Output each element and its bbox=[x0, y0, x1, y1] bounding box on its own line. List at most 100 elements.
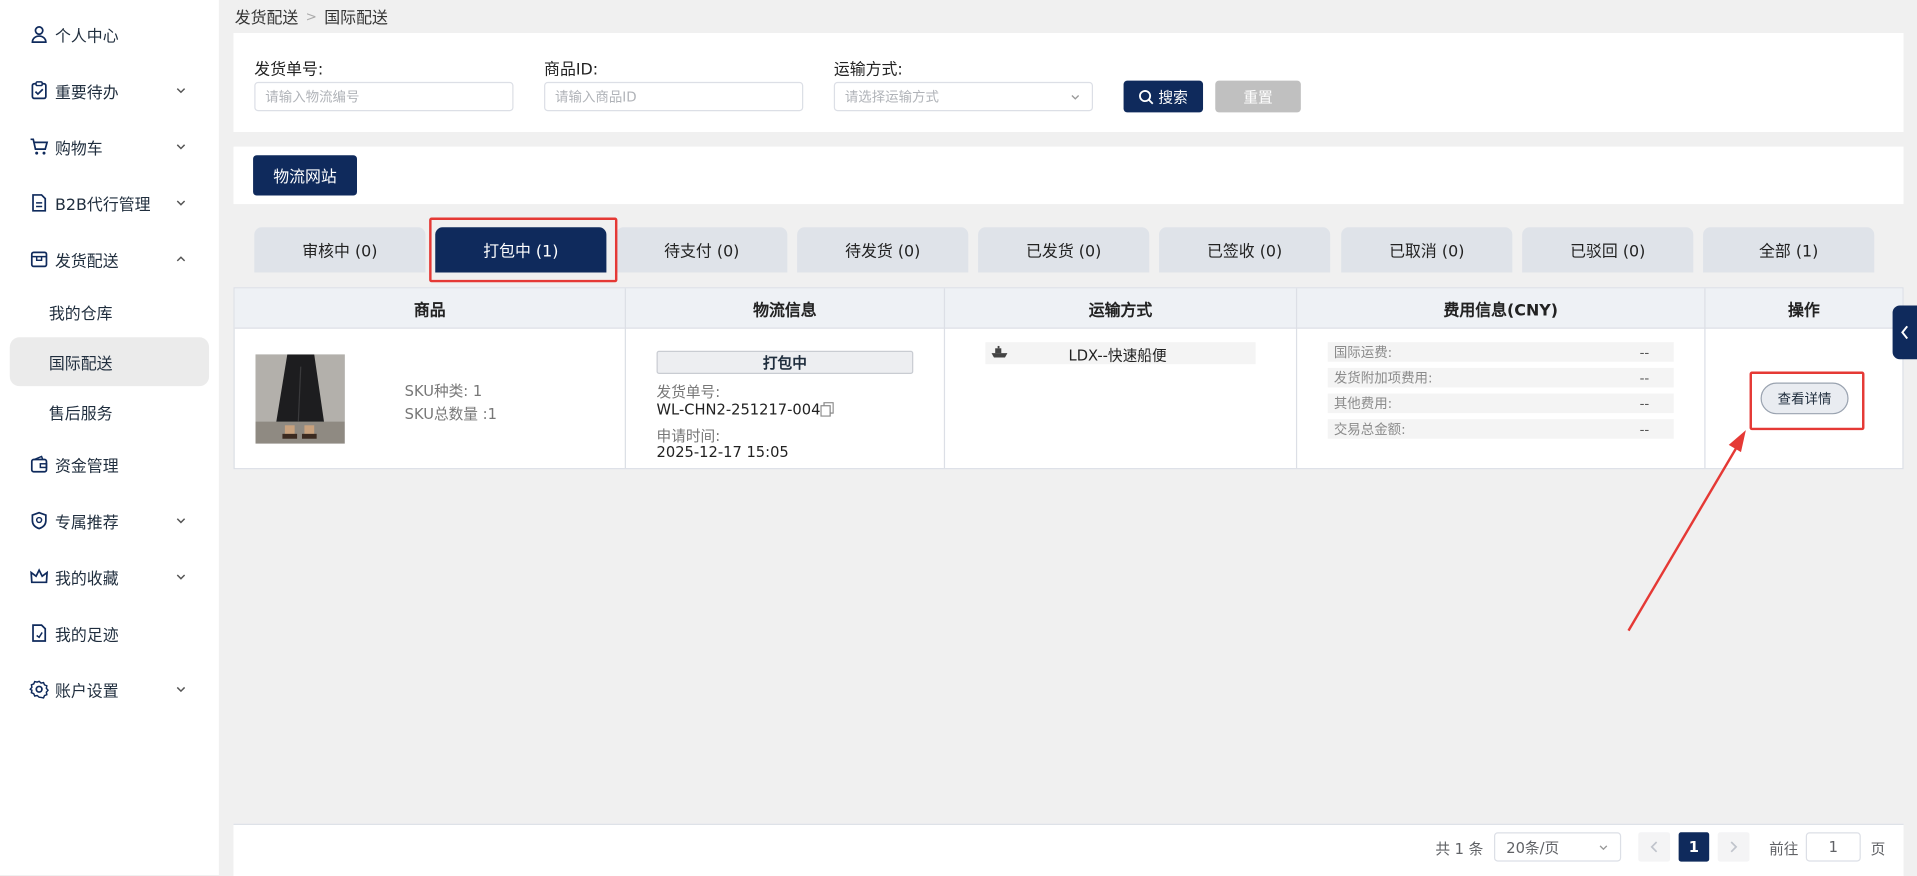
goto-prefix: 前往 bbox=[1769, 840, 1799, 858]
goto-suffix: 页 bbox=[1870, 840, 1886, 858]
sidebar-item-label: 专属推荐 bbox=[55, 513, 119, 533]
sidebar-subitem-label: 售后服务 bbox=[48, 405, 113, 424]
chevron-down-icon bbox=[176, 88, 186, 94]
search-button[interactable]: 搜索 bbox=[1123, 80, 1204, 113]
chevron-right-icon bbox=[1730, 841, 1738, 853]
user-icon bbox=[31, 26, 47, 44]
header-divider bbox=[234, 327, 1903, 329]
breadcrumb: 发货配送 > 国际配送 bbox=[235, 5, 388, 29]
fee-label: 国际运费: bbox=[1333, 344, 1393, 361]
search-button-label: 搜索 bbox=[1158, 88, 1188, 106]
annotation-arrow bbox=[1627, 430, 1746, 632]
header-logistics: 物流信息 bbox=[753, 301, 817, 320]
chevron-down-icon bbox=[1599, 845, 1608, 851]
ship-icon bbox=[991, 345, 1008, 358]
transport-value: LDX--快速船便 bbox=[1068, 347, 1167, 365]
page-number-current[interactable]: 1 bbox=[1678, 832, 1710, 862]
product-image bbox=[255, 354, 345, 444]
document-icon bbox=[32, 194, 47, 212]
sidebar-item-recommendations[interactable]: 专属推荐 bbox=[0, 496, 219, 545]
fee-label: 交易总金额: bbox=[1333, 421, 1406, 438]
shipment-no-row-label: 发货单号: bbox=[656, 383, 721, 401]
sidebar-item-shipping[interactable]: 发货配送 bbox=[0, 235, 219, 284]
tab-highlight-box bbox=[429, 217, 618, 283]
sidebar-item-funds[interactable]: 资金管理 bbox=[0, 440, 219, 489]
shipment-no-input[interactable]: 请输入物流编号 bbox=[254, 81, 514, 112]
chevron-down-icon bbox=[176, 686, 186, 693]
tab-all[interactable]: 全部 (1) bbox=[1703, 227, 1875, 273]
chevron-down-icon bbox=[176, 574, 186, 580]
sidebar-item-favorites[interactable]: 我的收藏 bbox=[0, 552, 219, 601]
status-badge: 打包中 bbox=[656, 350, 914, 374]
chevron-left-icon bbox=[1901, 325, 1909, 340]
badge-icon bbox=[31, 511, 47, 530]
next-page-button[interactable] bbox=[1717, 832, 1750, 862]
header-fees: 费用信息(CNY) bbox=[1443, 301, 1559, 320]
fee-value: -- bbox=[1639, 369, 1650, 386]
prev-page-button[interactable] bbox=[1638, 832, 1671, 862]
sidebar-subitem-international-shipping[interactable]: 国际配送 bbox=[9, 337, 210, 387]
header-transport: 运输方式 bbox=[1088, 301, 1153, 320]
sidebar-item-b2b-management[interactable]: B2B代行管理 bbox=[0, 178, 219, 227]
tab-shipped[interactable]: 已发货 (0) bbox=[978, 227, 1150, 273]
sidebar-subitem-after-sales[interactable]: 售后服务 bbox=[10, 387, 209, 436]
breadcrumb-parent[interactable]: 发货配送 bbox=[235, 5, 299, 28]
tab-signed[interactable]: 已签收 (0) bbox=[1159, 227, 1331, 273]
product-thumbnail[interactable] bbox=[255, 354, 345, 444]
sidebar-subitem-my-warehouse[interactable]: 我的仓库 bbox=[10, 287, 209, 336]
fee-label: 其他费用: bbox=[1333, 395, 1393, 412]
sidebar-item-label: 资金管理 bbox=[55, 457, 119, 477]
product-id-label: 商品ID: bbox=[544, 61, 599, 80]
copy-icon[interactable] bbox=[820, 402, 834, 417]
tab-pending-payment[interactable]: 待支付 (0) bbox=[616, 227, 788, 273]
product-id-input[interactable]: 请输入商品ID bbox=[544, 81, 804, 112]
sidebar-subitem-label: 我的仓库 bbox=[48, 304, 113, 324]
page-size-value: 20条/页 bbox=[1506, 838, 1560, 857]
fee-value: -- bbox=[1639, 344, 1650, 360]
shipment-no-value: WL-CHN2-251217-004 bbox=[656, 400, 821, 418]
tab-rejected[interactable]: 已驳回 (0) bbox=[1522, 227, 1694, 273]
page-size-select[interactable]: 20条/页 bbox=[1494, 832, 1622, 862]
goto-page-input[interactable]: 1 bbox=[1805, 832, 1861, 862]
sidebar-item-important-todo[interactable]: 重要待办 bbox=[0, 66, 219, 115]
sku-types: SKU种类: 1 bbox=[404, 382, 483, 400]
header-product: 商品 bbox=[413, 301, 446, 320]
chevron-down-icon bbox=[1071, 95, 1080, 100]
sidebar-item-label: B2B代行管理 bbox=[55, 196, 151, 215]
fee-row: 发货附加项费用: -- bbox=[1327, 367, 1674, 388]
reset-button[interactable]: 重置 bbox=[1215, 80, 1301, 113]
apply-time-value: 2025-12-17 15:05 bbox=[656, 443, 789, 461]
view-details-button[interactable]: 查看详情 bbox=[1760, 382, 1849, 415]
sidebar-item-label: 账户设置 bbox=[55, 682, 119, 701]
sidebar-item-label: 发货配送 bbox=[55, 252, 119, 271]
cart-icon bbox=[30, 138, 49, 155]
sidebar-item-label: 我的收藏 bbox=[55, 570, 119, 589]
gear-icon bbox=[29, 680, 49, 699]
logistics-site-button[interactable]: 物流网站 bbox=[253, 155, 357, 196]
header-actions: 操作 bbox=[1788, 301, 1820, 320]
box-icon bbox=[30, 251, 48, 268]
transport-select[interactable]: 请选择运输方式 bbox=[833, 81, 1094, 112]
sidebar-item-account-settings[interactable]: 账户设置 bbox=[0, 665, 219, 714]
crown-icon bbox=[30, 568, 49, 584]
tab-under-review[interactable]: 审核中 (0) bbox=[254, 227, 426, 273]
tab-cancelled[interactable]: 已取消 (0) bbox=[1341, 227, 1513, 273]
chevron-down-icon bbox=[176, 518, 186, 524]
sidebar-item-cart[interactable]: 购物车 bbox=[0, 122, 219, 171]
chevron-down-icon bbox=[176, 144, 186, 150]
side-panel-toggle[interactable] bbox=[1892, 305, 1917, 360]
breadcrumb-current: 国际配送 bbox=[324, 9, 388, 29]
shipment-no-label: 发货单号: bbox=[254, 61, 324, 80]
fee-row: 国际运费: -- bbox=[1327, 342, 1674, 362]
fee-row: 其他费用: -- bbox=[1327, 393, 1674, 414]
chevron-up-icon bbox=[176, 256, 186, 262]
tab-pending-shipment[interactable]: 待发货 (0) bbox=[797, 227, 969, 273]
sidebar-item-personal-center[interactable]: 个人中心 bbox=[0, 10, 219, 59]
transport-label: 运输方式: bbox=[833, 61, 903, 80]
footprint-doc-icon bbox=[32, 624, 47, 642]
sidebar-item-label: 重要待办 bbox=[55, 83, 119, 103]
breadcrumb-separator: > bbox=[305, 8, 317, 25]
transport-select-placeholder: 请选择运输方式 bbox=[844, 89, 939, 106]
chevron-down-icon bbox=[176, 200, 186, 206]
sidebar-item-footprints[interactable]: 我的足迹 bbox=[0, 609, 219, 658]
